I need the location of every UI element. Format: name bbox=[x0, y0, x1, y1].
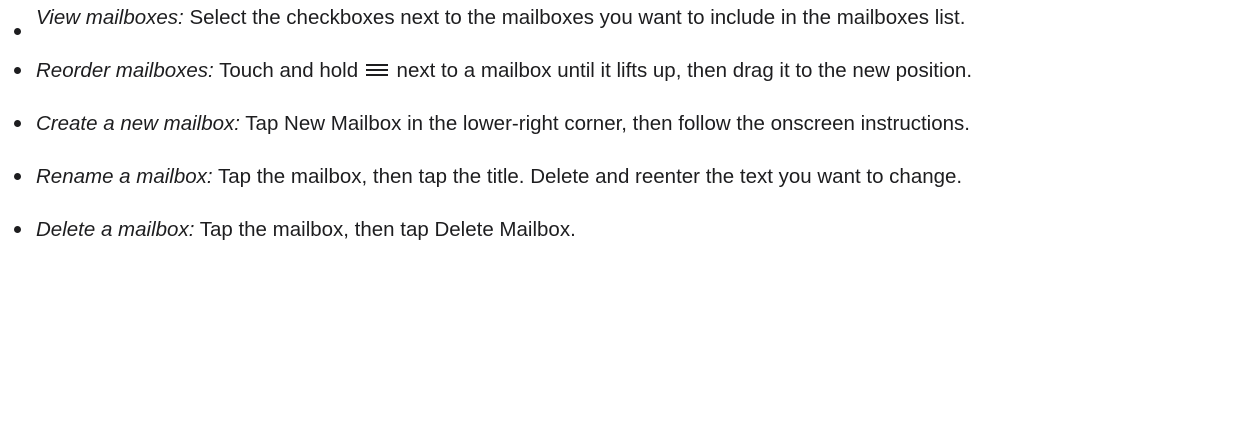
list-item-view-mailboxes: View mailboxes: Select the checkboxes ne… bbox=[0, 0, 1242, 35]
item-term: Delete a mailbox: bbox=[36, 218, 195, 241]
bullet-icon bbox=[14, 120, 21, 127]
item-text: Tap New Mailbox in the lower-right corne… bbox=[239, 112, 970, 135]
bullet-icon bbox=[14, 226, 21, 233]
reorder-handle-icon bbox=[365, 64, 388, 77]
item-term: View mailboxes: bbox=[36, 6, 184, 29]
item-text-before-icon: Touch and hold bbox=[213, 59, 359, 82]
list-item-create-mailbox: Create a new mailbox: Tap New Mailbox in… bbox=[0, 106, 1242, 141]
document-page: View mailboxes: Select the checkboxes ne… bbox=[0, 0, 1242, 441]
item-term: Reorder mailboxes: bbox=[36, 59, 214, 82]
list-item-delete-mailbox: Delete a mailbox: Tap the mailbox, then … bbox=[0, 212, 1242, 247]
item-text: Tap the mailbox, then tap Delete Mailbox… bbox=[194, 218, 576, 241]
bullet-icon bbox=[14, 173, 21, 180]
item-text: Tap the mailbox, then tap the title. Del… bbox=[212, 165, 963, 188]
list-item-rename-mailbox: Rename a mailbox: Tap the mailbox, then … bbox=[0, 159, 1242, 194]
item-text: Select the checkboxes next to the mailbo… bbox=[183, 6, 966, 29]
bullet-icon bbox=[14, 28, 21, 35]
mailbox-instructions-list: View mailboxes: Select the checkboxes ne… bbox=[0, 0, 1242, 247]
item-term: Create a new mailbox: bbox=[36, 112, 240, 135]
list-item-reorder-mailboxes: Reorder mailboxes: Touch and hold next t… bbox=[0, 53, 1242, 88]
item-term: Rename a mailbox: bbox=[36, 165, 213, 188]
item-text-after-icon: next to a mailbox until it lifts up, the… bbox=[396, 59, 973, 82]
bullet-icon bbox=[14, 67, 21, 74]
